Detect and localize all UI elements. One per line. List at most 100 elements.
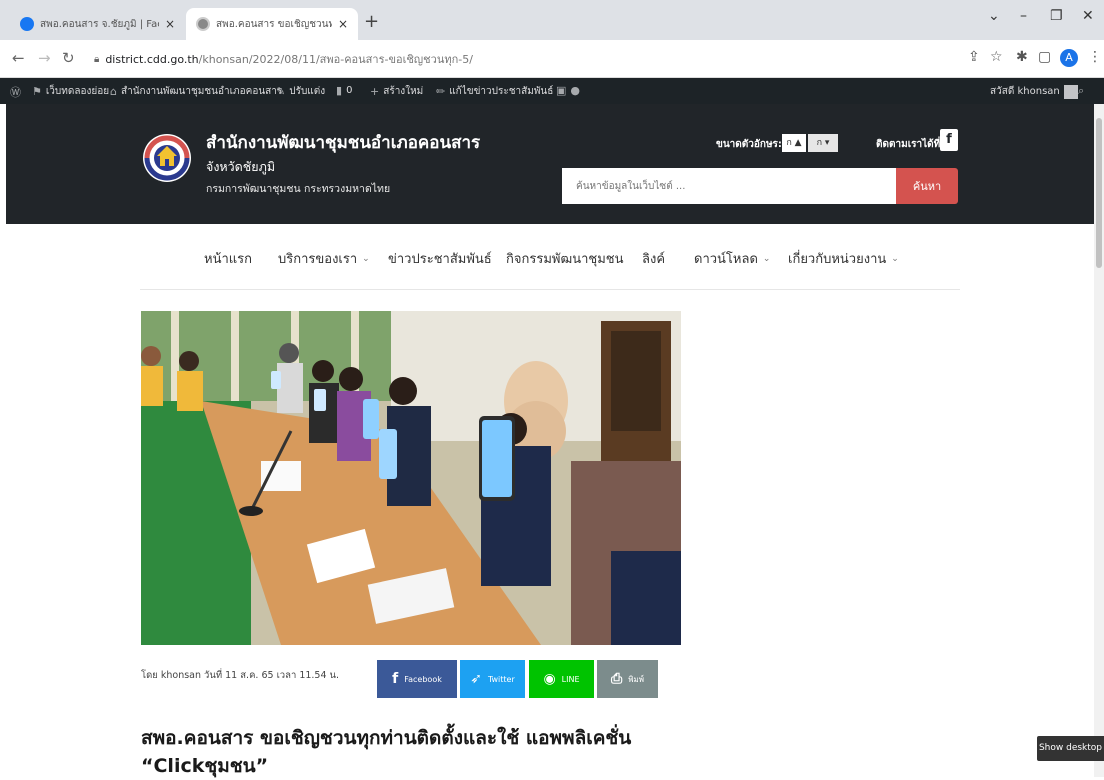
forward-arrow-icon[interactable]: → — [38, 49, 51, 67]
admin-bar-comments[interactable]: ▮ 0 — [336, 84, 352, 97]
site-title[interactable]: สำนักงานพัฒนาชุมชนอำเภอคอนสาร — [206, 129, 480, 156]
comment-icon: ▮ — [336, 84, 343, 97]
nav-item-home[interactable]: หน้าแรก — [204, 248, 252, 269]
line-icon: ◉ — [543, 671, 556, 687]
printer-icon: ⎙ — [610, 671, 623, 687]
extensions-puzzle-icon[interactable]: ✱ — [1016, 49, 1028, 65]
share-label: Twitter — [487, 674, 515, 684]
post-meta: โดย khonsan วันที่ 11 ส.ค. 65 เวลา 11.54… — [141, 670, 340, 681]
bookmark-star-icon[interactable]: ☆ — [990, 49, 1003, 65]
font-size-label: ขนาดตัวอักษร: — [716, 139, 782, 150]
globe-favicon-icon — [196, 17, 210, 31]
nav-label: หน้าแรก — [204, 252, 252, 267]
print-button[interactable]: ⎙ พิมพ์ — [597, 660, 658, 698]
scrollbar-thumb[interactable] — [1096, 118, 1102, 268]
facebook-favicon-icon — [20, 17, 34, 31]
nav-item-news[interactable]: ข่าวประชาสัมพันธ์ — [388, 248, 492, 269]
wordpress-logo-icon[interactable]: Ⓦ — [10, 84, 21, 100]
follow-label: ติดตามเราได้ที่: — [876, 139, 945, 150]
browser-tab-bar: สพอ.คอนสาร จ.ชัยภูมิ | Facebook × สพอ.คอ… — [0, 0, 1104, 40]
tab-close-icon[interactable]: × — [338, 17, 348, 31]
admin-bar-customize[interactable]: ✎ ปรับแต่ง — [276, 84, 325, 99]
avatar — [1063, 84, 1078, 99]
brush-icon: ✎ — [276, 85, 286, 98]
chevron-down-icon: ⌄ — [891, 253, 899, 264]
admin-bar-greeting: สวัสดี khonsan — [990, 86, 1060, 97]
nav-item-links[interactable]: ลิงค์ — [642, 248, 665, 269]
main-nav: หน้าแรก บริการของเรา ⌄ ข่าวประชาสัมพันธ์… — [140, 224, 960, 290]
plugin-icon: ▣ — [556, 84, 567, 97]
back-arrow-icon[interactable]: ← — [12, 49, 25, 67]
share-label: พิมพ์ — [628, 674, 645, 684]
admin-bar-label: 0 — [346, 85, 353, 96]
post-title-line: “Clickชุมชน” — [141, 755, 269, 777]
nav-label: ดาวน์โหลด — [694, 252, 758, 267]
admin-bar-new[interactable]: + สร้างใหม่ — [370, 84, 423, 99]
admin-bar-site[interactable]: ⌂ สำนักงานพัฒนาชุมชนอำเภอคอนสาร — [110, 84, 282, 99]
post-title-line: สพอ.คอนสาร ขอเชิญชวนทุกท่านติดตั้งและใช้… — [141, 727, 632, 749]
nav-item-about[interactable]: เกี่ยวกับหน่วยงาน ⌄ — [788, 248, 899, 269]
nav-item-downloads[interactable]: ดาวน์โหลด ⌄ — [694, 248, 770, 269]
facebook-icon: f — [392, 671, 399, 687]
side-panel-icon[interactable]: ▢ — [1038, 49, 1051, 65]
admin-bar-label: แก้ไขข่าวประชาสัมพันธ์ — [449, 86, 554, 97]
lock-icon: 🔒︎ — [94, 53, 100, 65]
minimize-icon[interactable]: – — [1020, 8, 1027, 24]
tab-title: สพอ.คอนสาร ขอเชิญชวนทุกท่านติดตั้ง — [216, 18, 332, 30]
show-desktop-button[interactable]: Show desktop — [1037, 736, 1104, 761]
chevron-down-icon: ⌄ — [762, 253, 771, 264]
nav-label: กิจกรรมพัฒนาชุมชน — [506, 252, 624, 267]
share-twitter-button[interactable]: ➶ Twitter — [460, 660, 525, 698]
admin-bar-seo[interactable]: ▣ ● — [556, 84, 580, 97]
tab-title: สพอ.คอนสาร จ.ชัยภูมิ | Facebook — [40, 18, 159, 30]
chevron-down-icon: ⌄ — [362, 253, 370, 264]
wp-admin-bar: Ⓦ ⚑ เว็บทดลองย่อย ⌂ สำนักงานพัฒนาชุมชนอำ… — [0, 78, 1104, 104]
admin-bar-network[interactable]: ⚑ เว็บทดลองย่อย — [32, 84, 109, 99]
font-increase-button[interactable]: ก ▲ — [782, 134, 806, 152]
new-tab-button[interactable]: + — [364, 11, 379, 32]
site-subtitle: จังหวัดชัยภูมิ — [206, 159, 276, 174]
search-input[interactable] — [562, 168, 896, 204]
share-facebook-button[interactable]: f Facebook — [377, 660, 457, 698]
profile-avatar[interactable]: A — [1060, 49, 1078, 67]
kebab-menu-icon[interactable]: ⋮ — [1088, 49, 1102, 65]
twitter-bird-icon: ➶ — [470, 671, 482, 687]
search-button[interactable]: ค้นหา — [896, 168, 958, 204]
pencil-icon: ✏ — [436, 85, 446, 98]
browser-tab-facebook[interactable]: สพอ.คอนสาร จ.ชัยภูมิ | Facebook × — [10, 8, 185, 40]
font-decrease-button[interactable]: ก ▾ — [808, 134, 838, 152]
nav-label: บริการของเรา — [278, 252, 358, 267]
site-ministry: กรมการพัฒนาชุมชน กระทรวงมหาดไทย — [206, 183, 391, 195]
admin-bar-edit[interactable]: ✏ แก้ไขข่าวประชาสัมพันธ์ — [436, 84, 553, 99]
home-icon: ⌂ — [110, 85, 117, 98]
nav-label: ข่าวประชาสัมพันธ์ — [388, 252, 492, 267]
admin-bar-label: สำนักงานพัฒนาชุมชนอำเภอคอนสาร — [120, 86, 283, 97]
admin-bar-search-icon[interactable]: ⌕ — [1078, 84, 1084, 98]
network-icon: ⚑ — [32, 85, 42, 98]
admin-bar-account[interactable]: สวัสดี khonsan — [990, 84, 1078, 99]
share-line-button[interactable]: ◉ LINE — [529, 660, 594, 698]
cdd-logo-icon[interactable] — [142, 126, 192, 188]
nav-item-services[interactable]: บริการของเรา ⌄ — [278, 248, 370, 269]
window-close-icon[interactable]: ✕ — [1082, 8, 1094, 24]
url-field[interactable]: 🔒︎ district.cdd.go.th/khonsan/2022/08/11… — [90, 47, 960, 71]
facebook-link-icon[interactable]: f — [940, 129, 958, 151]
share-label: Facebook — [404, 674, 442, 684]
nav-label: ลิงค์ — [642, 252, 666, 267]
nav-label: เกี่ยวกับหน่วยงาน — [788, 252, 887, 267]
share-label: LINE — [561, 674, 580, 684]
share-icon[interactable]: ⇪ — [968, 49, 980, 65]
url-path: /khonsan/2022/08/11/สพอ-คอนสาร-ขอเชิญชวน… — [198, 53, 473, 66]
admin-bar-label: ปรับแต่ง — [289, 86, 326, 97]
browser-tab-active[interactable]: สพอ.คอนสาร ขอเชิญชวนทุกท่านติดตั้ง × — [186, 8, 358, 40]
reload-icon[interactable]: ↻ — [62, 49, 75, 67]
tab-search-chevron-icon[interactable]: ⌄ — [988, 8, 1000, 24]
admin-bar-label: สร้างใหม่ — [383, 86, 424, 97]
nav-item-activities[interactable]: กิจกรรมพัฒนาชุมชน — [506, 248, 624, 269]
admin-bar-label: เว็บทดลองย่อย — [45, 86, 110, 97]
post-title: สพอ.คอนสาร ขอเชิญชวนทุกท่านติดตั้งและใช้… — [141, 724, 681, 780]
url-host: district.cdd.go.th — [105, 52, 199, 66]
plus-icon: + — [370, 85, 380, 98]
maximize-icon[interactable]: ❐ — [1050, 8, 1063, 24]
tab-close-icon[interactable]: × — [165, 17, 175, 31]
